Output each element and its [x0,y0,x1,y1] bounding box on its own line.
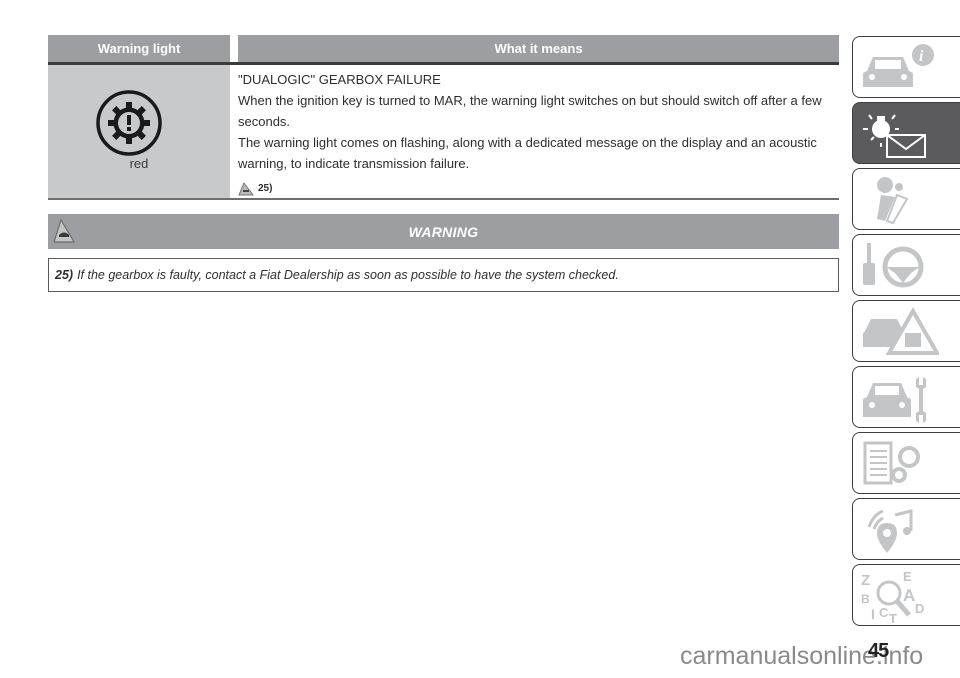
tab-safety[interactable] [852,168,960,230]
warning-light-cell: red [48,65,230,198]
meaning-line: When the ignition key is turned to MAR, … [238,93,822,108]
meaning-line: seconds. [238,114,291,129]
tab-technical-data[interactable] [852,432,960,494]
warning-title: WARNING [408,223,479,240]
warning-triangle-icon [53,218,76,243]
meaning-line: warning, to indicate transmission failur… [238,156,470,171]
svg-text:I: I [871,606,875,622]
meaning-title: "DUALOGIC" GEARBOX FAILURE [238,72,441,87]
warning-section-header: WARNING [48,214,839,249]
note-text: If the gearbox is faulty, contact a Fiat… [77,268,619,282]
table-row: red "DUALOGIC" GEARBOX FAILURE When the … [48,65,839,200]
list-gears-icon [863,441,920,485]
car-info-icon: i [863,44,934,87]
warning-light-message-icon [863,114,926,158]
reference-number[interactable]: 25) [258,178,272,199]
meaning-line: The warning light comes on flashing, alo… [238,135,817,150]
svg-text:E: E [903,569,912,584]
warning-reference[interactable]: 25) [238,178,839,199]
svg-text:B: B [861,592,870,606]
radio-music-nav-icon [867,509,913,553]
page-number: 45 [868,640,889,662]
tab-emergency[interactable] [852,300,960,362]
svg-text:i: i [919,48,924,65]
header-warning-light: Warning light [48,35,230,62]
warning-light-table: Warning light What it means red "DUALOGI… [48,35,839,200]
tab-index[interactable]: Z E B A IC T D [852,564,960,626]
airbag-seat-icon [877,177,909,225]
dualogic-gearbox-failure-icon [96,90,162,156]
svg-text:T: T [889,611,897,623]
svg-text:A: A [903,586,915,605]
svg-text:D: D [915,601,924,616]
note-number: 25) [55,268,74,282]
warning-triangle-icon [238,181,254,195]
tab-multimedia[interactable] [852,498,960,560]
svg-text:Z: Z [861,572,870,589]
tab-starting-driving[interactable] [852,234,960,296]
header-what-it-means: What it means [238,35,839,62]
key-steering-wheel-icon [863,243,924,288]
tab-instrument-panel[interactable] [852,102,960,164]
meaning-cell: "DUALOGIC" GEARBOX FAILURE When the igni… [230,65,839,198]
svg-text:C: C [879,605,889,620]
tab-knowing-your-car[interactable]: i [852,36,960,98]
table-header: Warning light What it means [48,35,839,65]
car-wrench-icon [863,377,926,423]
warning-note: 25) If the gearbox is faulty, contact a … [48,258,839,292]
car-emergency-triangle-icon [863,306,939,355]
color-label: red [129,156,149,171]
tab-servicing[interactable] [852,366,960,428]
alphabet-search-icon: Z E B A IC T D [861,569,924,623]
